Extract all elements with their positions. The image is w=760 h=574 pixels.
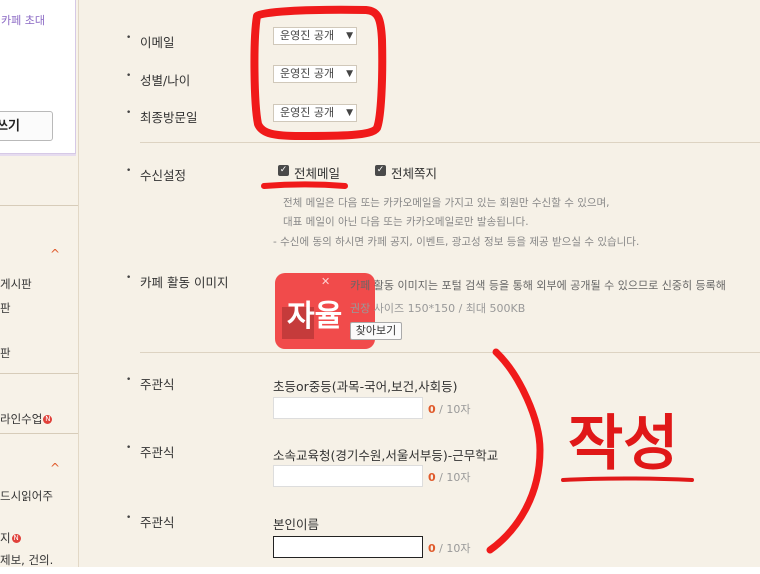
receive-settings-label: • 수신설정	[126, 166, 187, 183]
chevron-down-icon: ▼	[346, 108, 353, 118]
question-label: • 주관식	[126, 443, 175, 460]
email-label: • 이메일	[126, 33, 175, 50]
member-info-form: • 이메일 운영진 공개 ▼ • 성별/나이 운영진 공개 ▼ • 최종방문일 운영진 공…	[78, 0, 760, 574]
char-counter: 0 / 10자	[428, 403, 471, 416]
bullet-icon: •	[126, 166, 132, 176]
char-counter: 0 / 10자	[428, 542, 471, 555]
sidebar-item[interactable]: 지N	[0, 530, 21, 546]
activity-image-size: 권장 사이즈 150*150 / 최대 500KB	[350, 302, 526, 315]
sidebar-item[interactable]: 판	[0, 345, 11, 361]
image-placeholder	[282, 307, 314, 339]
bullet-icon: •	[126, 443, 132, 453]
chevron-down-icon: ▼	[346, 69, 353, 79]
last-visit-label: • 최종방문일	[126, 108, 198, 125]
sidebar-divider	[0, 205, 78, 206]
note-checkbox-label: 전체쪽지	[391, 166, 438, 181]
new-badge-icon: N	[11, 534, 21, 543]
bullet-icon: •	[126, 273, 132, 283]
chevron-down-icon: ▼	[346, 31, 353, 41]
sidebar-item[interactable]: 제보, 건의.	[0, 552, 53, 568]
collapse-caret-icon[interactable]: ^	[50, 247, 60, 261]
bullet-icon: •	[126, 108, 132, 118]
collapse-caret-icon[interactable]: ^	[50, 461, 60, 475]
receive-note: 전체 메일은 다음 또는 카카오메일을 가지고 있는 회원만 수신할 수 있으며…	[283, 197, 610, 209]
last-visit-visibility-select[interactable]: 운영진 공개 ▼	[273, 104, 357, 122]
question-3-input[interactable]	[273, 536, 423, 558]
find-image-button[interactable]: 찾아보기	[350, 322, 402, 340]
question-title: 본인이름	[273, 517, 320, 532]
cafe-invite-box: 카페 초대 쓰기	[0, 0, 76, 154]
sidebar-divider	[0, 373, 78, 374]
bullet-icon: •	[126, 33, 132, 43]
question-title: 초등or중등(과목-국어,보건,사회등)	[273, 379, 458, 394]
sidebar-divider	[0, 433, 78, 434]
bottom-strip	[0, 567, 760, 574]
write-button[interactable]: 쓰기	[0, 111, 53, 141]
email-visibility-select[interactable]: 운영진 공개 ▼	[273, 27, 357, 45]
question-label: • 주관식	[126, 513, 175, 530]
sidebar-item[interactable]: 게시판	[0, 276, 32, 292]
new-badge-icon: N	[43, 415, 53, 424]
activity-image-label: • 카페 활동 이미지	[126, 273, 229, 290]
section-divider	[140, 352, 760, 353]
note-checkbox[interactable]: ✓	[375, 165, 386, 176]
activity-image-desc: 카페 활동 이미지는 포털 검색 등을 통해 외부에 공개될 수 있으므로 신중…	[350, 279, 726, 292]
question-1-input[interactable]	[273, 397, 423, 419]
gender-age-visibility-select[interactable]: 운영진 공개 ▼	[273, 65, 357, 83]
question-label: • 주관식	[126, 375, 175, 392]
question-2-input[interactable]	[273, 465, 423, 487]
bullet-icon: •	[126, 513, 132, 523]
bullet-icon: •	[126, 375, 132, 385]
receive-note: 대표 메일이 아닌 다음 또는 카카오메일로만 발송됩니다.	[283, 216, 529, 228]
mail-checkbox-label: 전체메일	[294, 166, 341, 181]
bullet-icon: •	[126, 71, 132, 81]
char-counter: 0 / 10자	[428, 471, 471, 484]
close-icon[interactable]: ✕	[321, 275, 330, 288]
question-title: 소속교육청(경기수원,서울서부등)-근무학교	[273, 448, 499, 463]
sidebar-item[interactable]: 라인수업 N	[0, 411, 53, 427]
sidebar-item[interactable]: 판	[0, 300, 11, 316]
mail-checkbox[interactable]: ✓	[278, 165, 289, 176]
gender-age-label: • 성별/나이	[126, 71, 191, 88]
receive-note: - 수신에 동의 하시면 카페 공지, 이벤트, 광고성 정보 등을 제공 받으…	[273, 236, 640, 248]
section-divider	[140, 142, 760, 143]
sidebar-item[interactable]: 드시읽어주	[0, 488, 53, 504]
cafe-invite-link[interactable]: 카페 초대	[1, 12, 45, 28]
left-sidebar: 카페 초대 쓰기 ^ 게시판 판 판 라인수업N ^ 드시읽어주 지N 제보, …	[0, 0, 79, 574]
